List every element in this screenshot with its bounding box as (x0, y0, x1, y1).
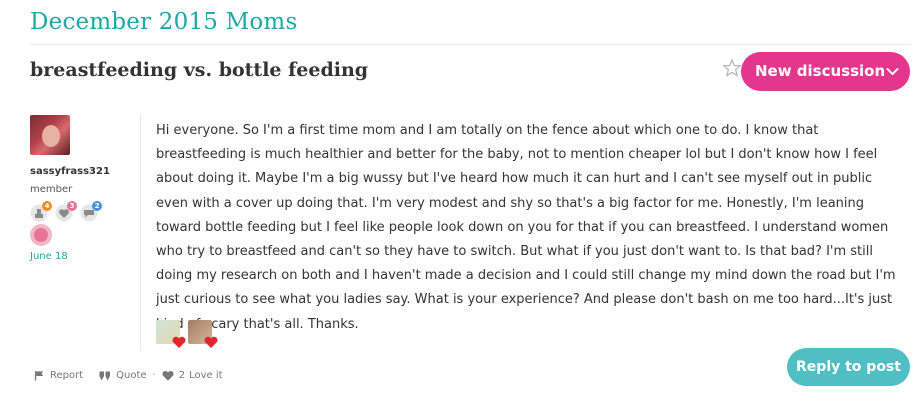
comment-count: 2 (92, 201, 102, 211)
post-divider (140, 115, 141, 351)
chevron-down-icon[interactable] (884, 63, 901, 80)
report-label: Report (50, 370, 84, 381)
heart-icon (204, 336, 218, 348)
flag-icon (34, 370, 44, 381)
heart-icon (172, 336, 186, 348)
heart-badge[interactable]: 3 (55, 201, 77, 222)
reply-to-post-button[interactable]: Reply to post (787, 348, 910, 386)
love-count: 2 (178, 370, 186, 381)
quote-link[interactable]: Quote (99, 370, 147, 381)
heart-icon (162, 371, 174, 381)
trophy-count: 4 (42, 201, 52, 211)
actions-separator: · (152, 370, 156, 381)
author-role: member (30, 184, 73, 195)
avatar[interactable] (30, 115, 70, 155)
post-body: Hi everyone. So I'm a first time mom and… (156, 123, 896, 332)
new-discussion-label: New discussion (755, 62, 886, 80)
love-it-link[interactable]: 2 Love it (162, 370, 223, 381)
new-discussion-button[interactable]: New discussion (741, 52, 910, 91)
reactor-avatar[interactable] (188, 320, 218, 348)
report-link[interactable]: Report (34, 370, 83, 381)
comment-badge[interactable]: 2 (80, 201, 102, 222)
header-divider (30, 44, 911, 45)
thread-title: breastfeeding vs. bottle feeding (30, 59, 369, 81)
quote-icon (99, 371, 111, 380)
heart-count: 3 (67, 201, 77, 211)
post-actions: Report Quote · 2 Love it (34, 370, 223, 381)
group-title[interactable]: December 2015 Moms (30, 9, 297, 35)
star-icon[interactable] (722, 58, 742, 78)
award-badge[interactable] (30, 224, 52, 246)
reactor-avatar[interactable] (156, 320, 186, 348)
join-date: June 18 (30, 251, 68, 262)
trophy-badge[interactable]: 4 (30, 201, 52, 222)
love-label: Love it (189, 370, 223, 381)
author-username[interactable]: sassyfrass321 (30, 166, 110, 177)
quote-label: Quote (116, 370, 147, 381)
